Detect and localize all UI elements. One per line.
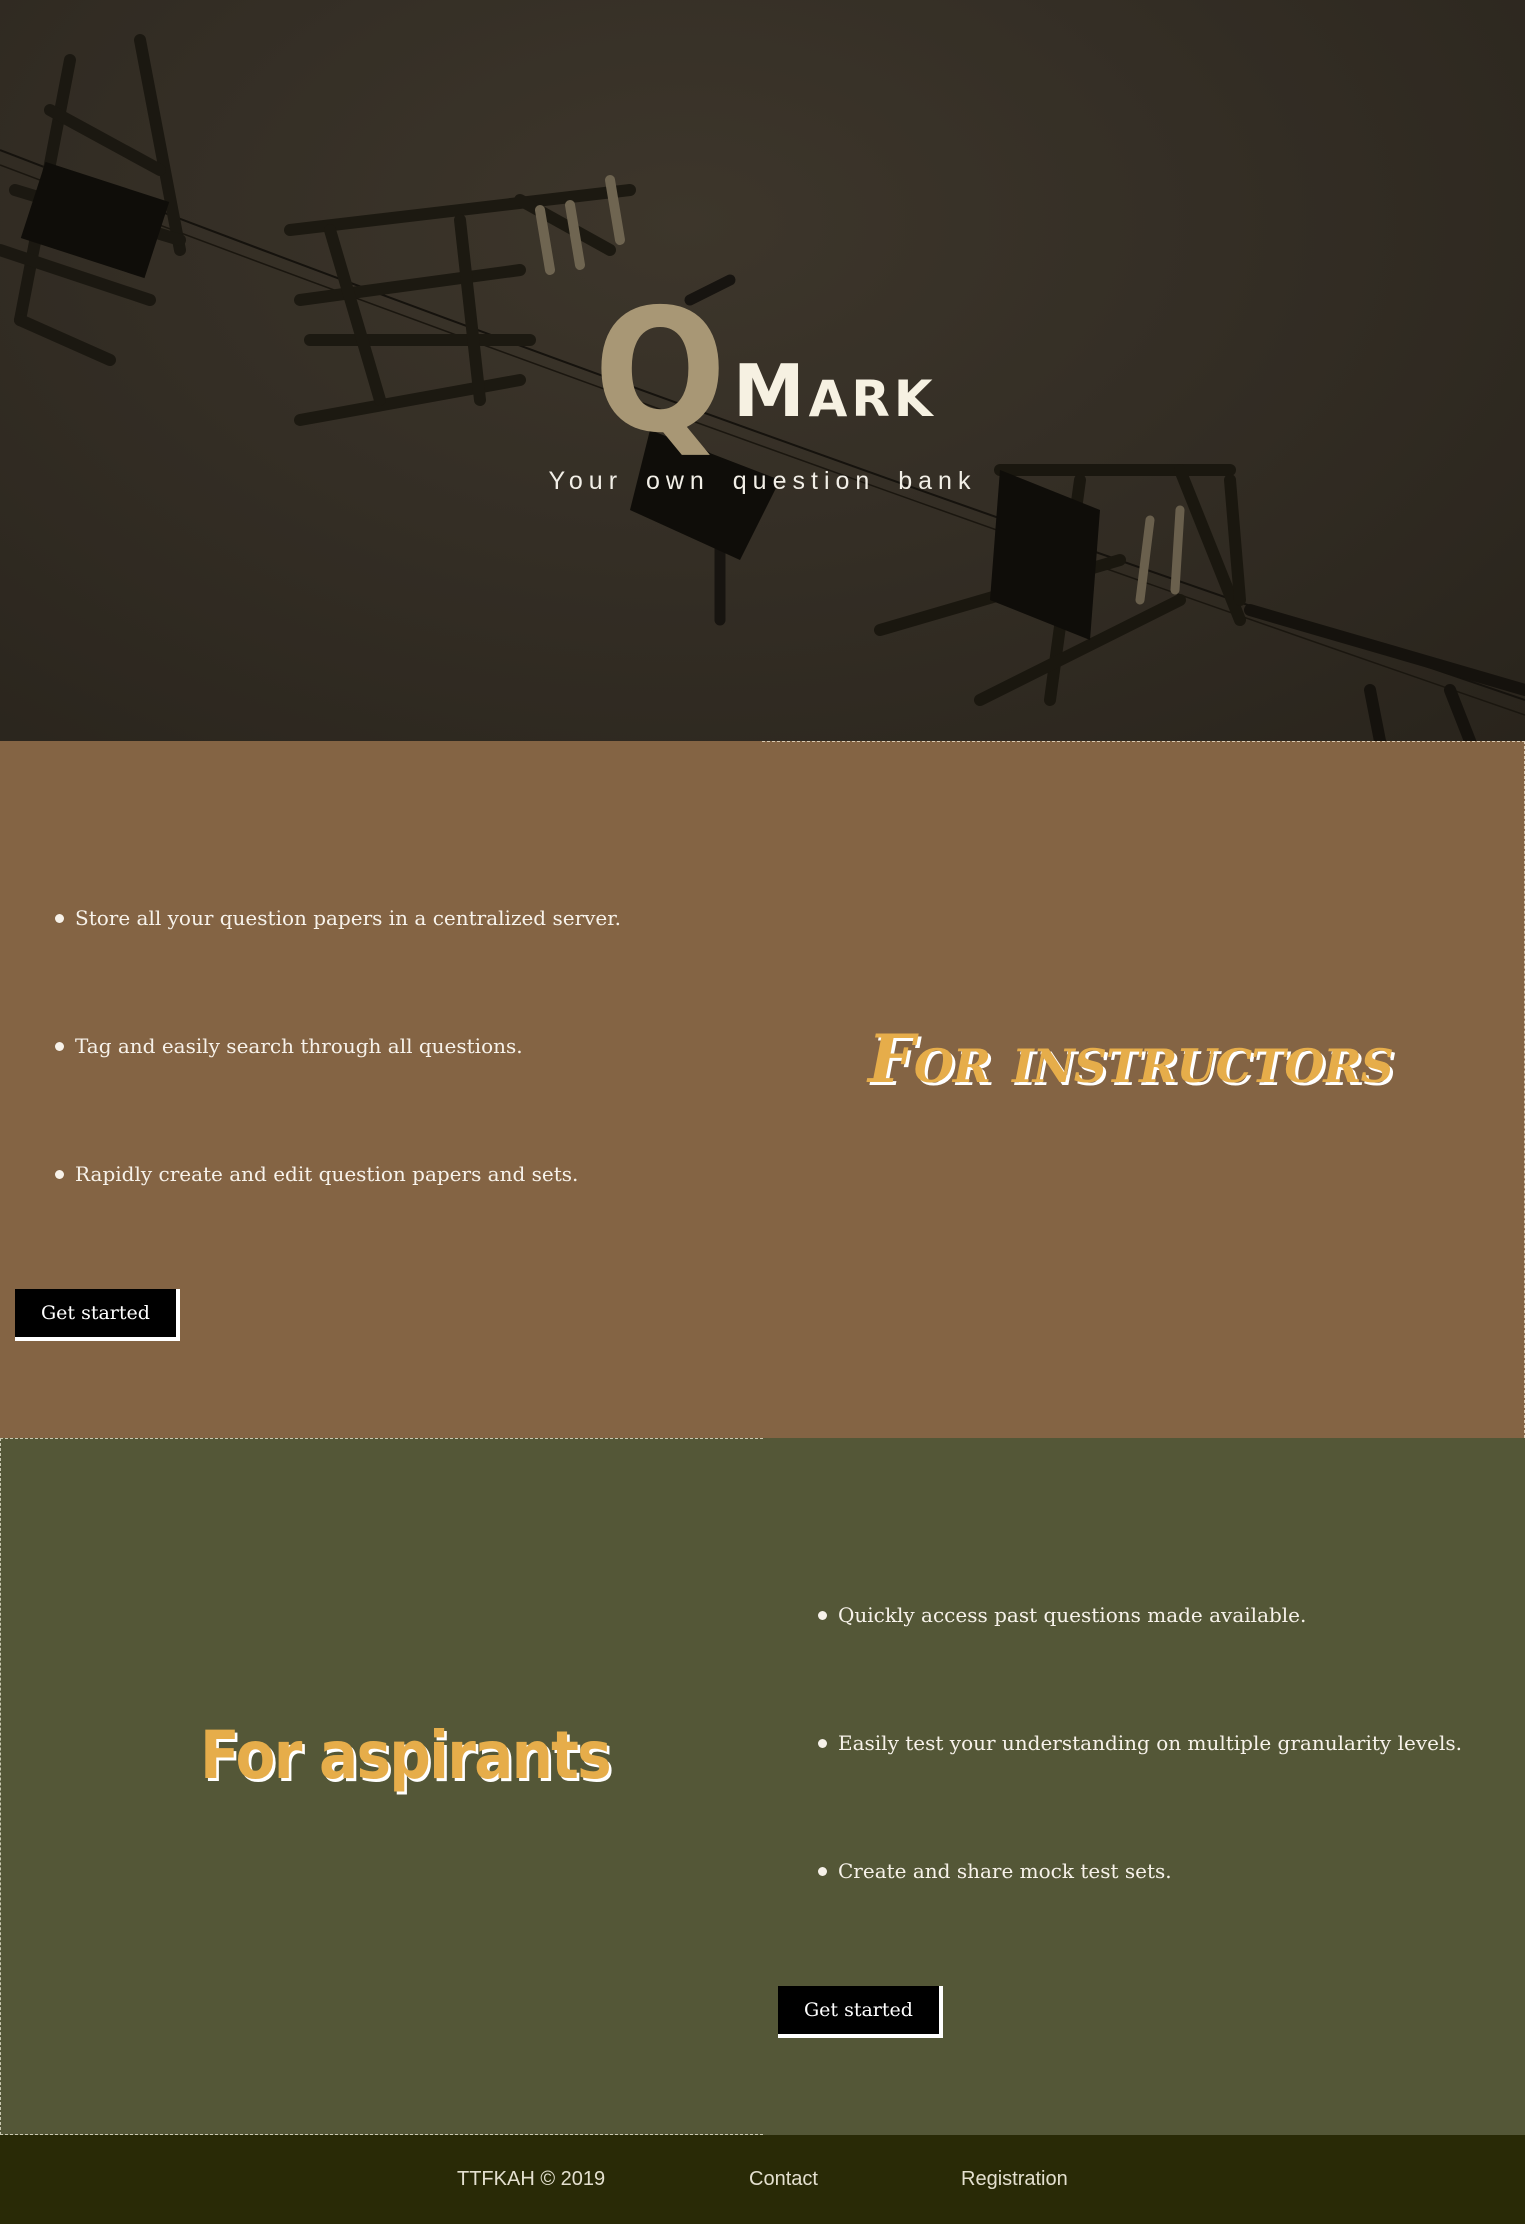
instructors-heading: For instructors (868, 1020, 1394, 1098)
copyright-text: TTFKAH © 2019 (457, 2168, 606, 2190)
feature-text: Create and share mock test sets. (838, 1859, 1172, 1883)
feature-text: Easily test your understanding on multip… (838, 1731, 1462, 1755)
brand-tagline: Your own question bank (548, 466, 977, 495)
list-item: Store all your question papers in a cent… (55, 902, 755, 934)
feature-text: Store all your question papers in a cent… (75, 906, 621, 930)
list-item: Create and share mock test sets. (818, 1855, 1518, 1887)
brand-logo: Q Mark (588, 273, 937, 471)
bullet-icon (55, 1170, 64, 1179)
aspirants-heading: For aspirants (200, 1717, 612, 1794)
aspirants-get-started-button[interactable]: Get started (778, 1986, 943, 2038)
hero-banner: Q Mark Your own question bank (0, 0, 1525, 741)
feature-text: Rapidly create and edit question papers … (75, 1162, 579, 1186)
brand-name: Mark (732, 348, 937, 433)
instructors-feature-list: Store all your question papers in a cent… (55, 902, 755, 1286)
aspirants-feature-list: Quickly access past questions made avail… (818, 1599, 1518, 1983)
bullet-icon (818, 1739, 827, 1748)
brand-initial: Q (594, 273, 727, 471)
feature-text: Quickly access past questions made avail… (838, 1603, 1307, 1627)
brand-block: Q Mark Your own question bank (0, 273, 1525, 496)
list-item: Easily test your understanding on multip… (818, 1727, 1518, 1759)
list-item: Tag and easily search through all questi… (55, 1030, 755, 1062)
bullet-icon (55, 1042, 64, 1051)
registration-link[interactable]: Registration (961, 2135, 1068, 2224)
bullet-icon (818, 1611, 827, 1620)
contact-link[interactable]: Contact (749, 2135, 818, 2224)
site-footer: TTFKAH © 2019 Contact Registration (0, 2135, 1525, 2224)
instructors-get-started-button[interactable]: Get started (15, 1289, 180, 1341)
list-item: Rapidly create and edit question papers … (55, 1158, 755, 1190)
feature-text: Tag and easily search through all questi… (75, 1034, 523, 1058)
bullet-icon (55, 914, 64, 923)
list-item: Quickly access past questions made avail… (818, 1599, 1518, 1631)
bullet-icon (818, 1867, 827, 1876)
